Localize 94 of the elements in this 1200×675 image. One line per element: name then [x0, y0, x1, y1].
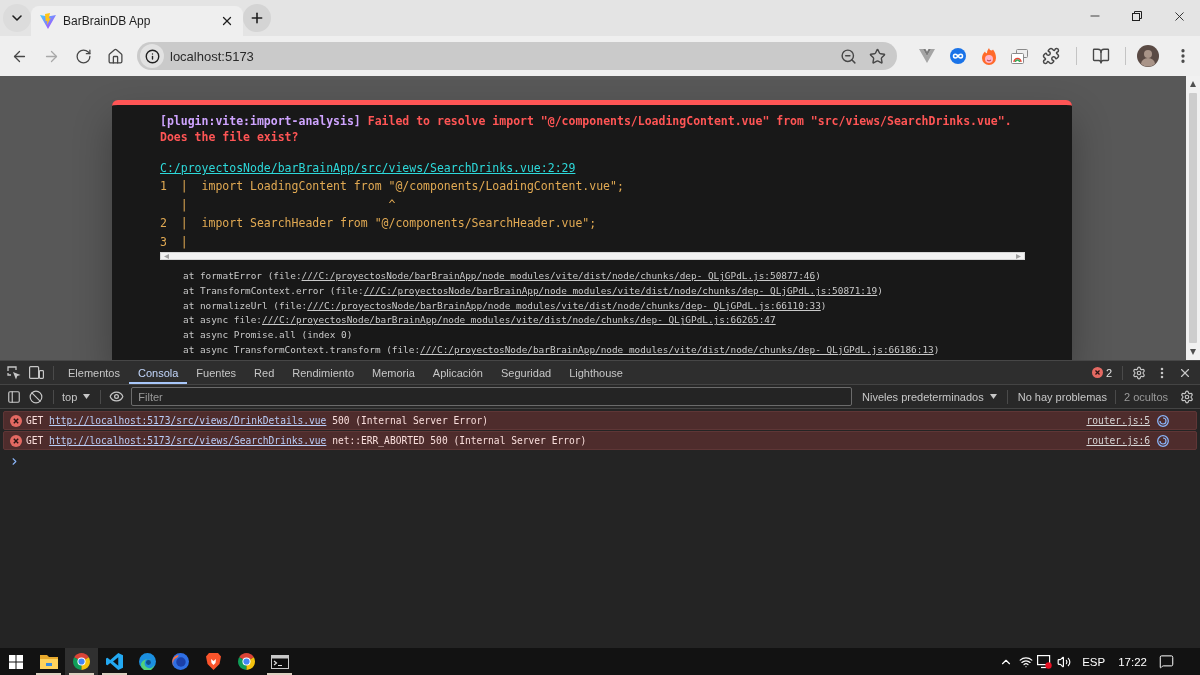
file-location-link[interactable]: C:/proyectosNode/barBrainApp/src/views/SearchDrinks.vue:2:29 — [160, 160, 576, 176]
ribbon-logo-icon — [106, 653, 123, 670]
stack-trace-line: at TransformContext.error (file:///C:/proyectosNode/barBrainApp/node_modules/vite/dist/node/chunks/dep-_QLjGPdL.js:50871:19) — [183, 283, 883, 298]
tab-search-button[interactable] — [3, 4, 31, 32]
devtools-tab[interactable]: Memoria — [363, 361, 424, 384]
clock-time[interactable]: 17:22 — [1113, 655, 1152, 668]
circle-logo-icon — [73, 653, 90, 670]
devtools-tab[interactable]: Lighthouse — [560, 361, 632, 384]
file-path-link[interactable]: ///C:/proyectosNode/barBrainApp/node_modules/vite/dist/node/chunks/dep-_QLjGPdL.js:50871:19 — [363, 284, 878, 296]
reload-icon[interactable] — [74, 47, 92, 65]
sidebar-icon[interactable] — [7, 389, 21, 404]
file-path-link[interactable]: ///C:/proyectosNode/barBrainApp/node_modules/vite/dist/node/chunks/dep-_QLjGPdL.js:66110:33 — [307, 299, 821, 311]
file-path-link[interactable]: ///C:/proyectosNode/barBrainApp/node_modules/vite/dist/node/chunks/dep-_QLjGPdL.js:66186:13 — [420, 344, 934, 355]
stack-trace-line: at async file:///C:/proyectosNode/barBrainApp/node_modules/vite/dist/node/chunks/dep-_QLjGPdL.js:66265:47 — [183, 313, 776, 328]
restore-icon[interactable] — [1132, 11, 1142, 21]
source-link[interactable]: router.js:6 — [1086, 435, 1150, 446]
swirl-logo-icon — [139, 653, 156, 670]
star-icon[interactable] — [869, 47, 886, 65]
site-info-button[interactable] — [140, 44, 164, 68]
cards-icon[interactable] — [1011, 48, 1028, 64]
devtools-tab[interactable]: Fuentes — [187, 361, 246, 384]
error-icon — [10, 434, 22, 447]
stack-trace-line: at formatError (file:///C:/proyectosNode/barBrainApp/node_modules/vite/dist/node/chunks/dep-_QLjGPdL.js:50877:46) — [183, 269, 821, 283]
caret-icon — [83, 394, 91, 399]
eye-icon[interactable] — [108, 389, 124, 404]
devtools-tab[interactable]: Rendimiento — [283, 361, 364, 384]
error-icon — [1091, 367, 1103, 378]
console-message: GET http://localhost:5173/src/views/SearchDrinks.vue net::ERR_ABORTED 500 (Internal Server Error) — [26, 435, 588, 446]
file-path-link[interactable]: ///C:/proyectosNode/barBrainApp/node_modules/vite/dist/node/chunks/dep-_QLjGPdL.js:50877:46 — [301, 270, 816, 281]
error-count-button[interactable]: 2 — [1087, 361, 1116, 384]
chat-bubble-icon[interactable] — [1158, 654, 1174, 669]
bolt-logo-icon — [40, 13, 56, 29]
stack-trace-line: at async Promise.all (index 0) — [183, 328, 353, 343]
triangle-down-icon — [1190, 349, 1196, 355]
monitor-alert-icon[interactable] — [1037, 654, 1053, 669]
v-logo-icon[interactable] — [918, 49, 935, 63]
info-icon — [144, 48, 160, 64]
request-url-link[interactable]: http://localhost:5173/src/views/DrinkDetails.vue — [49, 415, 327, 426]
code-line: | ^ — [179, 196, 396, 214]
home-icon[interactable] — [106, 47, 124, 65]
console-window-icon — [270, 654, 289, 669]
new-tab-button[interactable] — [243, 4, 271, 32]
zoom-out-icon[interactable] — [840, 47, 857, 65]
code-line: 1 | import LoadingContent from "@/components/LoadingContent.vue"; — [160, 178, 624, 195]
close-icon[interactable] — [220, 14, 234, 28]
browser-tab[interactable]: BarBrainDB App — [31, 6, 243, 36]
infinity-icon[interactable] — [949, 48, 966, 64]
plus-icon — [249, 10, 265, 26]
circle-logo-icon — [238, 653, 255, 670]
issues-button[interactable]: No hay problemas — [1013, 386, 1111, 407]
vertical-scrollbar[interactable] — [1186, 76, 1200, 360]
taskbar-app-button[interactable] — [65, 648, 98, 675]
devtools-tab[interactable]: Elementos — [59, 361, 129, 384]
language-indicator[interactable]: ESP — [1074, 655, 1114, 668]
globe-logo-icon — [172, 653, 189, 670]
devtools-tab[interactable]: Seguridad — [492, 361, 561, 384]
scrollbar-thumb[interactable] — [1189, 93, 1197, 343]
ring-icon[interactable] — [1157, 414, 1169, 427]
devtools-tab[interactable]: Red — [245, 361, 284, 384]
code-line: 3 | — [160, 233, 188, 251]
settings-icon[interactable] — [1131, 365, 1146, 380]
wifi-icon[interactable] — [1018, 654, 1033, 669]
settings-icon[interactable] — [1180, 389, 1194, 404]
triangle-right-icon — [1016, 253, 1021, 259]
error-icon — [10, 414, 22, 427]
folder-icon — [39, 654, 58, 669]
file-path-link[interactable]: ///C:/proyectosNode/barBrainApp/node_modules/vite/dist/node/chunks/dep-_QLjGPdL.js:66265:47 — [262, 314, 776, 326]
shield-logo-icon — [206, 653, 221, 670]
volume-icon[interactable] — [1057, 654, 1072, 669]
source-link[interactable]: router.js:5 — [1086, 415, 1150, 426]
inspect-cursor-icon[interactable] — [7, 365, 21, 380]
address-bar[interactable]: localhost:5173 — [137, 42, 897, 70]
four-panes-icon[interactable] — [9, 654, 23, 669]
filter-field[interactable]: Filter — [131, 387, 852, 406]
triangle-left-icon — [164, 253, 169, 259]
context-select[interactable]: top — [58, 386, 95, 407]
avatar-icon[interactable] — [1137, 45, 1159, 67]
stack-trace-line: at async TransformContext.transform (file:///C:/proyectosNode/barBrainApp/node_modules/vite/dist/node/chunks/dep-_QLjGPdL.js:66186:13) — [183, 343, 940, 357]
hidden-count: 2 ocultos — [1122, 390, 1169, 403]
log-levels-dropdown[interactable]: Niveles predeterminados — [858, 386, 1001, 407]
request-url-link[interactable]: http://localhost:5173/src/views/SearchDrinks.vue — [49, 435, 327, 446]
circle-slash-icon[interactable] — [29, 389, 43, 404]
console-message: GET http://localhost:5173/src/views/DrinkDetails.vue 500 (Internal Server Error) — [26, 415, 490, 426]
puzzle-icon[interactable] — [1041, 47, 1060, 65]
error-heading: [plugin:vite:import-analysis] Failed to resolve import "@/components/LoadingContent.vue" from "src/views/SearchDrinks.vue". Does the file exist? — [160, 113, 1013, 145]
devices-icon[interactable] — [28, 366, 44, 379]
stack-trace-line: at normalizeUrl (file:///C:/proyectosNode/barBrainApp/node_modules/vite/dist/node/chunks/dep-_QLjGPdL.js:66110:33) — [183, 298, 827, 313]
triangle-up-icon — [1190, 81, 1196, 87]
caret-icon — [989, 394, 997, 399]
devtools-tab[interactable]: Aplicación — [423, 361, 492, 384]
book-icon[interactable] — [1091, 47, 1110, 65]
horizontal-scrollbar[interactable] — [160, 252, 1025, 260]
ring-icon[interactable] — [1157, 434, 1169, 447]
code-line: 2 | import SearchHeader from "@/components/SearchHeader.vue"; — [160, 215, 597, 232]
